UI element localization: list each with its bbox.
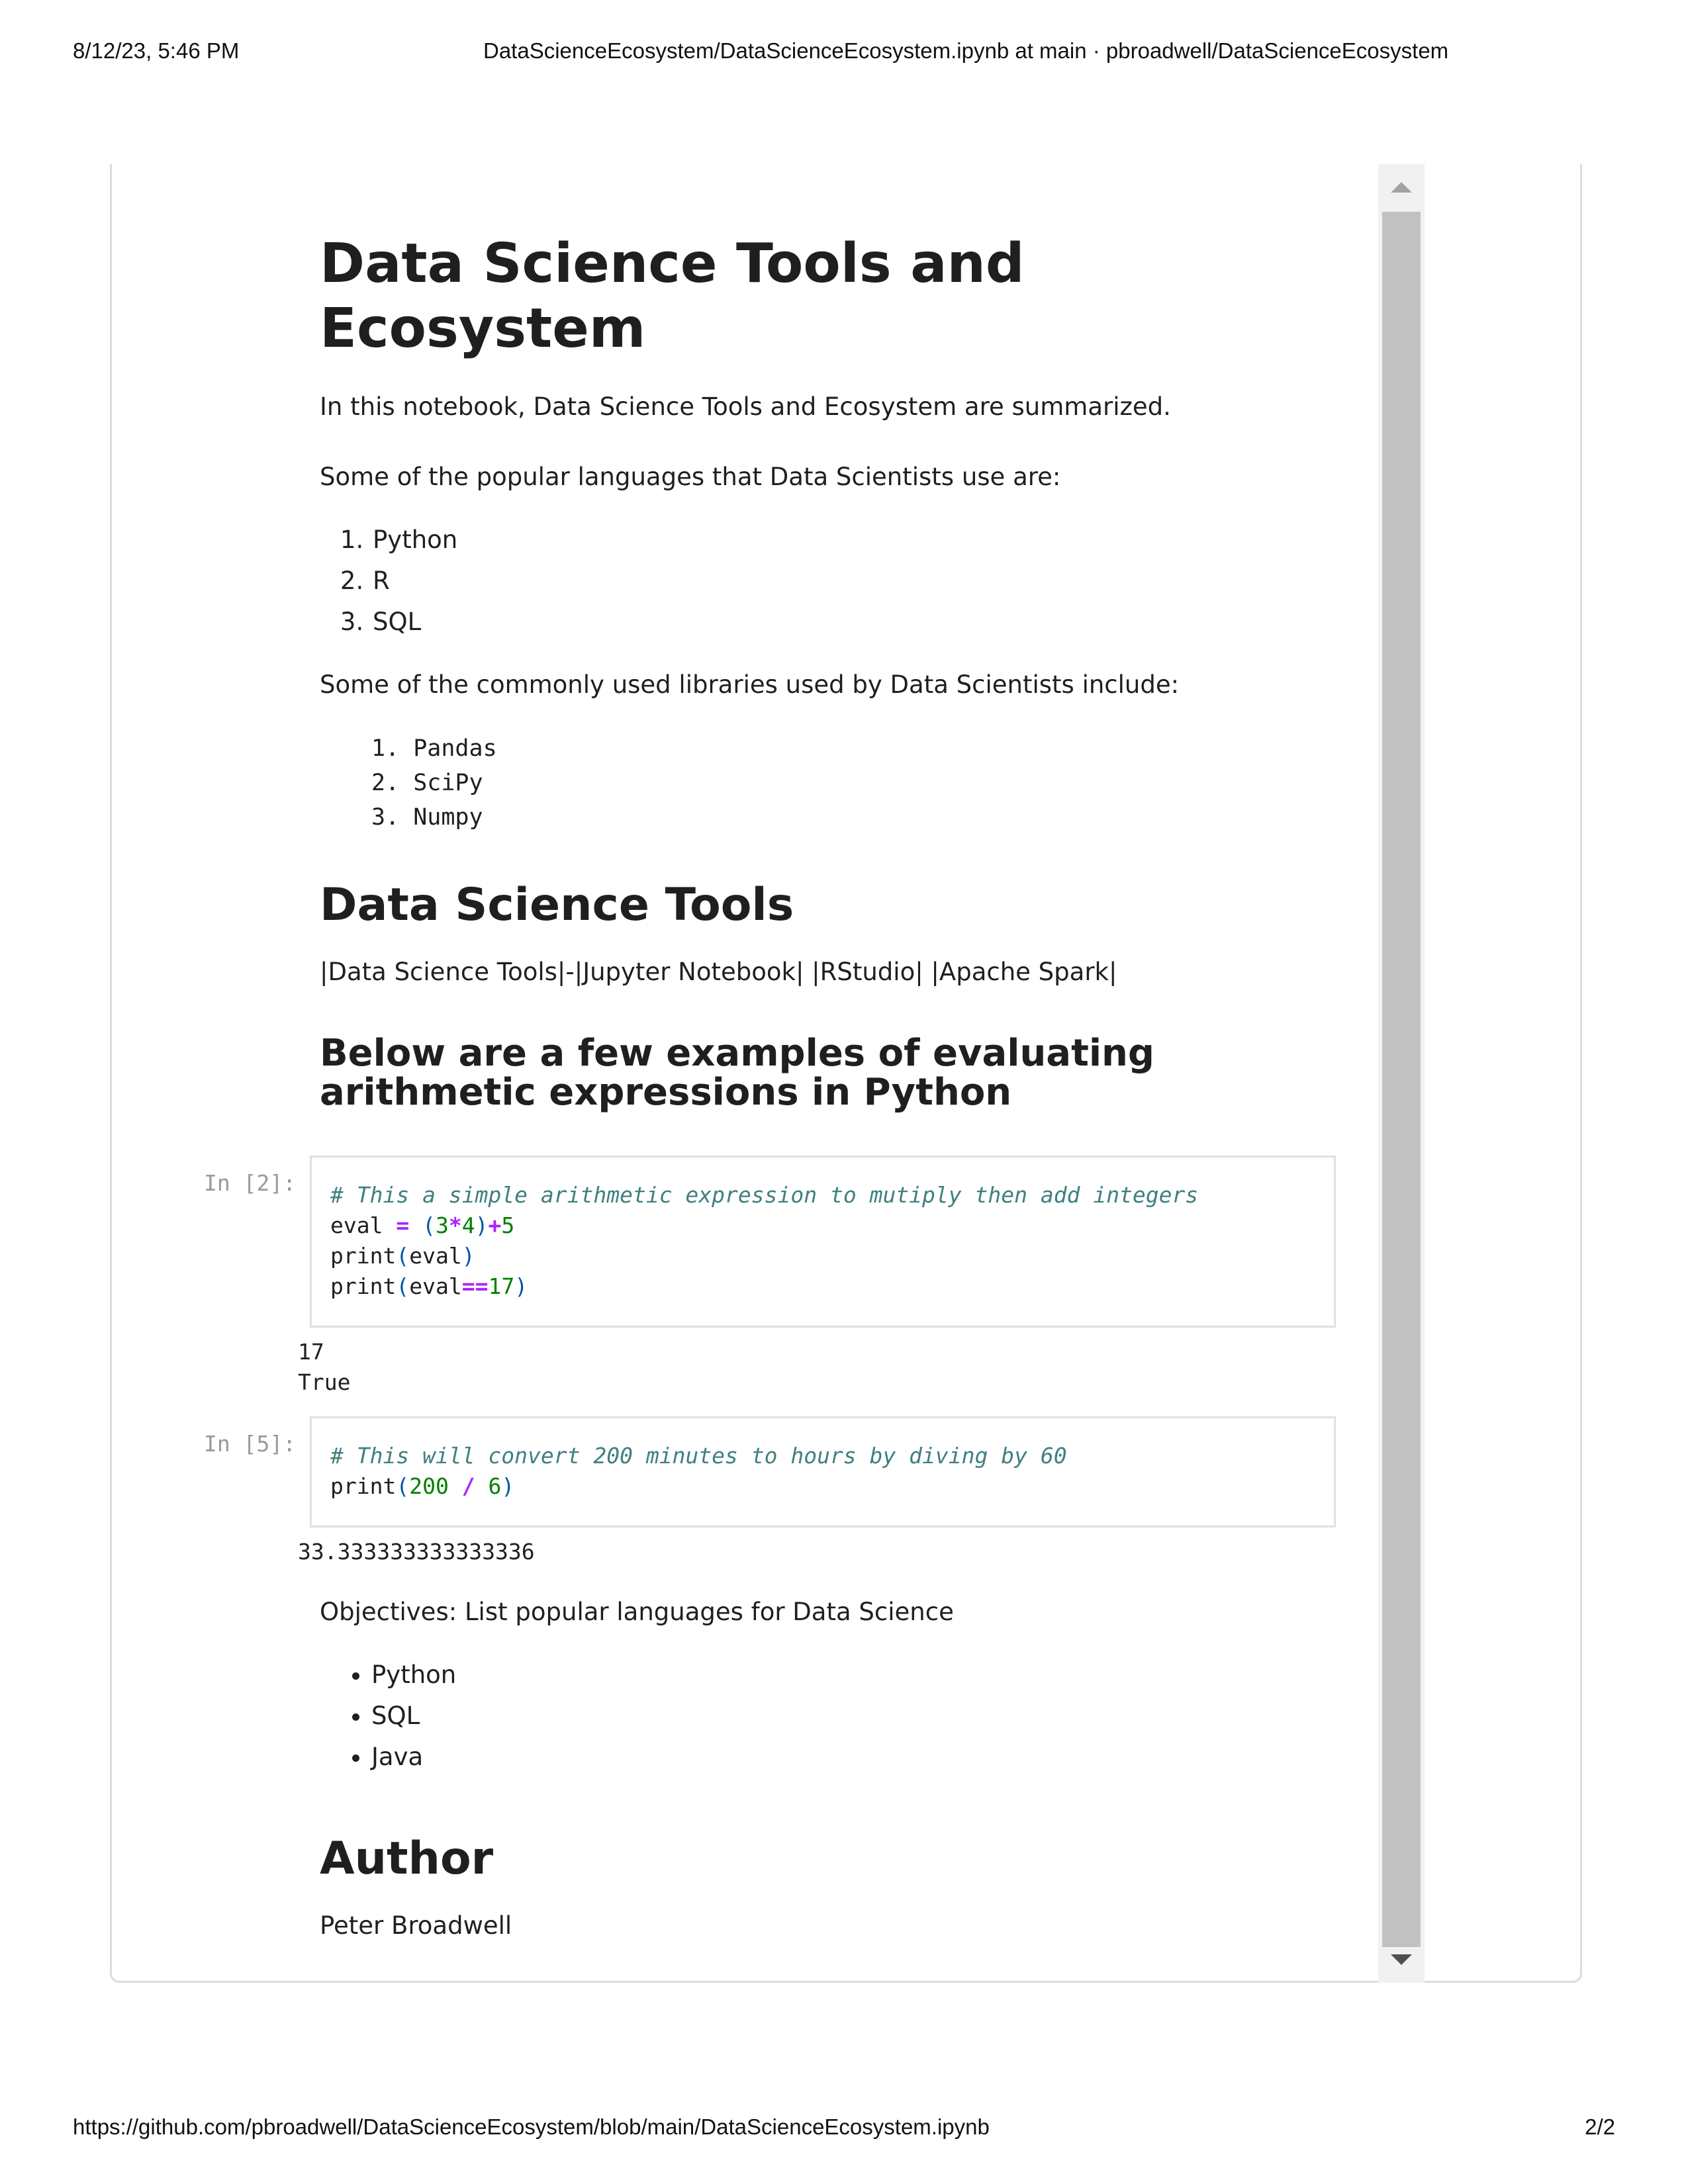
list-item: 3. Numpy — [371, 804, 483, 831]
notebook-content-lower: Objectives: List popular languages for D… — [320, 1596, 1346, 1942]
languages-intro: Some of the popular languages that Data … — [320, 462, 1061, 491]
code-cell-1[interactable]: # This a simple arithmetic expression to… — [310, 1156, 1336, 1328]
code-cell-2[interactable]: # This will convert 200 minutes to hours… — [310, 1416, 1336, 1527]
list-item: Python — [371, 1655, 1346, 1696]
list-item: R — [371, 561, 1346, 602]
scroll-up-button[interactable] — [1378, 164, 1425, 210]
output-line: 17 — [298, 1339, 324, 1365]
tools-table-text: |Data Science Tools|-|Jupyter Notebook| … — [320, 957, 1117, 986]
cell-output-2: 33.333333333333336 — [298, 1537, 535, 1567]
objectives-intro: Objectives: List popular languages for D… — [320, 1598, 954, 1626]
arrow-up-icon — [1391, 182, 1412, 193]
cell-output-1: 17 True — [298, 1337, 350, 1398]
objectives-list: Python SQL Java — [320, 1655, 1346, 1778]
list-item: SQL — [371, 1696, 1346, 1737]
arithmetic-heading: Below are a few examples of evaluating a… — [320, 1031, 1155, 1114]
cell-prompt: In [2]: — [204, 1170, 297, 1196]
tools-heading: Data Science Tools — [320, 879, 794, 932]
output-line: True — [298, 1369, 351, 1395]
list-item: Java — [371, 1737, 1346, 1778]
scroll-down-button[interactable] — [1378, 1936, 1425, 1983]
arrow-down-icon — [1391, 1954, 1412, 1965]
author-name: Peter Broadwell — [320, 1911, 512, 1940]
output-line: 33.333333333333336 — [298, 1539, 535, 1565]
list-item: 1. Pandas — [371, 735, 497, 762]
notebook-title: Data Science Tools and Ecosystem — [320, 232, 1025, 361]
print-date: 8/12/23, 5:46 PM — [73, 38, 240, 63]
vertical-scrollbar[interactable] — [1378, 164, 1425, 1983]
print-page-title: DataScienceEcosystem/DataScienceEcosyste… — [483, 38, 1449, 63]
notebook-content: Data Science Tools and Ecosystem In this… — [320, 232, 1346, 1112]
print-footer: https://github.com/pbroadwell/DataScienc… — [73, 2115, 1615, 2148]
list-item: Python — [371, 520, 1346, 561]
languages-list: Python R SQL — [320, 520, 1346, 643]
author-heading: Author — [320, 1833, 494, 1886]
code-comment: # This a simple arithmetic expression to… — [330, 1182, 1199, 1208]
page-number: 2/2 — [1585, 2115, 1615, 2139]
print-url: https://github.com/pbroadwell/DataScienc… — [73, 2115, 990, 2139]
code-comment: # This will convert 200 minutes to hours… — [330, 1443, 1067, 1469]
libraries-intro: Some of the commonly used libraries used… — [320, 670, 1180, 699]
intro-text: In this notebook, Data Science Tools and… — [320, 392, 1171, 421]
print-header: 8/12/23, 5:46 PM DataScienceEcosystem/Da… — [73, 38, 1615, 71]
cell-prompt: In [5]: — [204, 1431, 297, 1457]
list-item: 2. SciPy — [371, 770, 483, 797]
scrollbar-thumb[interactable] — [1382, 212, 1421, 1947]
libraries-list: 1. Pandas 2. SciPy 3. Numpy — [320, 731, 1346, 835]
list-item: SQL — [371, 602, 1346, 643]
